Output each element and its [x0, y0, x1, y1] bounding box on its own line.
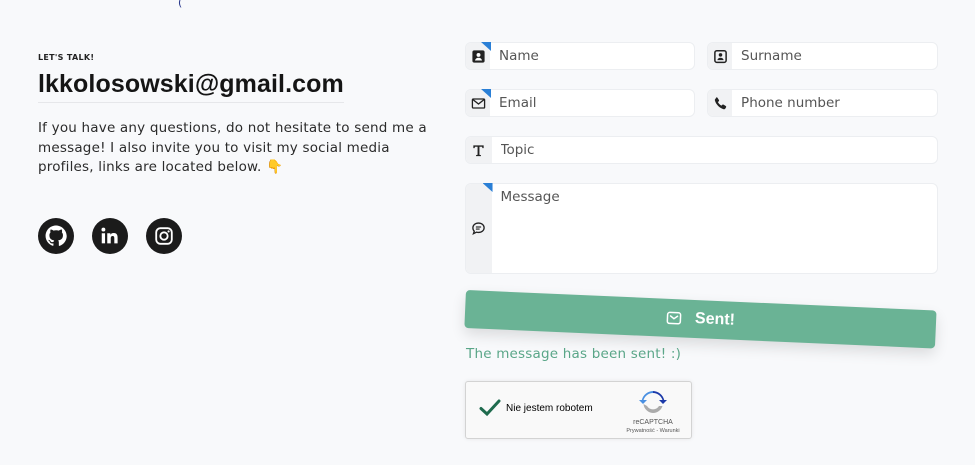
- recaptcha-brand: reCAPTCHA Prywatność - Warunki: [623, 390, 683, 434]
- github-icon: [45, 225, 67, 246]
- pointing-down-emoji: 👇: [266, 159, 284, 175]
- instagram-icon: [155, 227, 173, 245]
- recaptcha-widget: Nie jestem robotem reCAPTCHA Prywatność …: [465, 381, 692, 439]
- envelope-icon: [666, 311, 682, 325]
- checkmark-icon[interactable]: [478, 396, 502, 420]
- autofill-badge: [482, 183, 493, 192]
- message-icon-box: [466, 183, 493, 273]
- email-input[interactable]: [490, 90, 694, 116]
- phone-icon-box: [708, 90, 733, 116]
- chat-bubble-icon: [472, 222, 486, 235]
- recaptcha-logo-icon: [639, 391, 667, 413]
- sent-status-message: The message has been sent! :): [466, 346, 682, 362]
- surname-input[interactable]: [732, 43, 937, 69]
- topic-icon-box: [466, 137, 492, 163]
- email-field-wrapper: [465, 89, 695, 117]
- surname-field-wrapper: [707, 42, 938, 70]
- linkedin-icon: [101, 227, 118, 244]
- name-icon-box: [466, 42, 492, 69]
- send-button[interactable]: Sent!: [464, 290, 937, 349]
- github-link[interactable]: [38, 218, 74, 254]
- phone-input[interactable]: [732, 90, 937, 116]
- intro-text: If you have any questions, do not hesita…: [38, 119, 438, 178]
- name-input[interactable]: [490, 43, 694, 69]
- surname-icon-box: [708, 43, 733, 69]
- top-fragment: (: [178, 0, 183, 9]
- social-links: [38, 218, 182, 254]
- recaptcha-links[interactable]: Prywatność - Warunki: [623, 428, 683, 434]
- contact-email-heading[interactable]: lkkolosowski@gmail.com: [38, 70, 344, 103]
- section-eyebrow: LET'S TALK!: [38, 53, 95, 62]
- send-button-label: Sent!: [694, 310, 736, 329]
- topic-field-wrapper: [465, 136, 938, 164]
- id-card-icon: [713, 49, 727, 63]
- message-field-wrapper: [465, 183, 938, 274]
- email-icon-box: [466, 89, 492, 116]
- message-textarea[interactable]: [491, 184, 937, 273]
- linkedin-link[interactable]: [92, 218, 128, 254]
- topic-input[interactable]: [491, 137, 937, 163]
- instagram-link[interactable]: [146, 218, 182, 254]
- phone-field-wrapper: [707, 89, 938, 117]
- intro-body: If you have any questions, do not hesita…: [38, 120, 427, 175]
- text-type-icon: [473, 144, 484, 156]
- envelope-icon: [471, 97, 485, 109]
- id-card-icon: [471, 49, 485, 63]
- recaptcha-brand-name: reCAPTCHA: [633, 419, 673, 426]
- name-field-wrapper: [465, 42, 695, 70]
- phone-icon: [714, 96, 726, 109]
- recaptcha-label: Nie jestem robotem: [506, 403, 593, 414]
